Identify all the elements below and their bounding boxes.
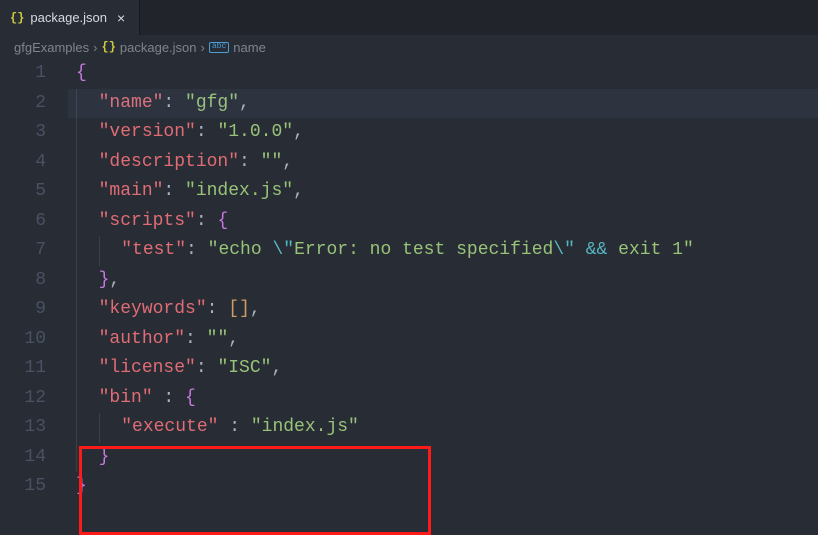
line-number: 12 <box>0 384 46 414</box>
line-number: 14 <box>0 443 46 473</box>
code-line[interactable]: }, <box>68 266 818 296</box>
breadcrumb[interactable]: gfgExamples › {} package.json › abc name <box>0 35 818 59</box>
code-line[interactable]: } <box>68 443 818 473</box>
breadcrumb-symbol[interactable]: name <box>233 40 266 55</box>
code-line[interactable]: "bin" : { <box>68 384 818 414</box>
line-number: 7 <box>0 236 46 266</box>
line-number: 4 <box>0 148 46 178</box>
breadcrumb-folder[interactable]: gfgExamples <box>14 40 89 55</box>
code-line[interactable]: "execute" : "index.js" <box>68 413 818 443</box>
line-number: 13 <box>0 413 46 443</box>
chevron-right-icon: › <box>93 40 97 55</box>
line-number: 5 <box>0 177 46 207</box>
current-line-highlight <box>68 89 818 119</box>
code-area[interactable]: { "name": "gfg", "version": "1.0.0", "de… <box>68 59 818 508</box>
code-line[interactable]: "scripts": { <box>68 207 818 237</box>
code-line[interactable]: "main": "index.js", <box>68 177 818 207</box>
line-number: 3 <box>0 118 46 148</box>
line-number: 10 <box>0 325 46 355</box>
code-line[interactable]: "license": "ISC", <box>68 354 818 384</box>
code-line[interactable]: "keywords": [], <box>68 295 818 325</box>
line-number: 2 <box>0 89 46 119</box>
line-number: 9 <box>0 295 46 325</box>
chevron-right-icon: › <box>201 40 205 55</box>
json-icon: {} <box>102 40 116 54</box>
editor[interactable]: 1 2 3 4 5 6 7 8 9 10 11 12 13 14 15 { "n… <box>0 59 818 508</box>
code-line[interactable]: { <box>68 59 818 89</box>
breadcrumb-file[interactable]: package.json <box>120 40 197 55</box>
tab-bar: {} package.json × <box>0 0 818 35</box>
code-line[interactable]: "version": "1.0.0", <box>68 118 818 148</box>
line-number-gutter: 1 2 3 4 5 6 7 8 9 10 11 12 13 14 15 <box>0 59 68 508</box>
close-icon[interactable]: × <box>113 10 129 26</box>
string-icon: abc <box>209 42 229 53</box>
code-line[interactable]: } <box>68 472 818 502</box>
line-number: 15 <box>0 472 46 502</box>
tab-filename: package.json <box>30 10 107 25</box>
code-line[interactable]: "author": "", <box>68 325 818 355</box>
line-number: 6 <box>0 207 46 237</box>
code-line[interactable]: "test": "echo \"Error: no test specified… <box>68 236 818 266</box>
code-line[interactable]: "description": "", <box>68 148 818 178</box>
line-number: 8 <box>0 266 46 296</box>
line-number: 1 <box>0 59 46 89</box>
line-number: 11 <box>0 354 46 384</box>
tab-package-json[interactable]: {} package.json × <box>0 0 140 35</box>
json-icon: {} <box>10 11 24 25</box>
